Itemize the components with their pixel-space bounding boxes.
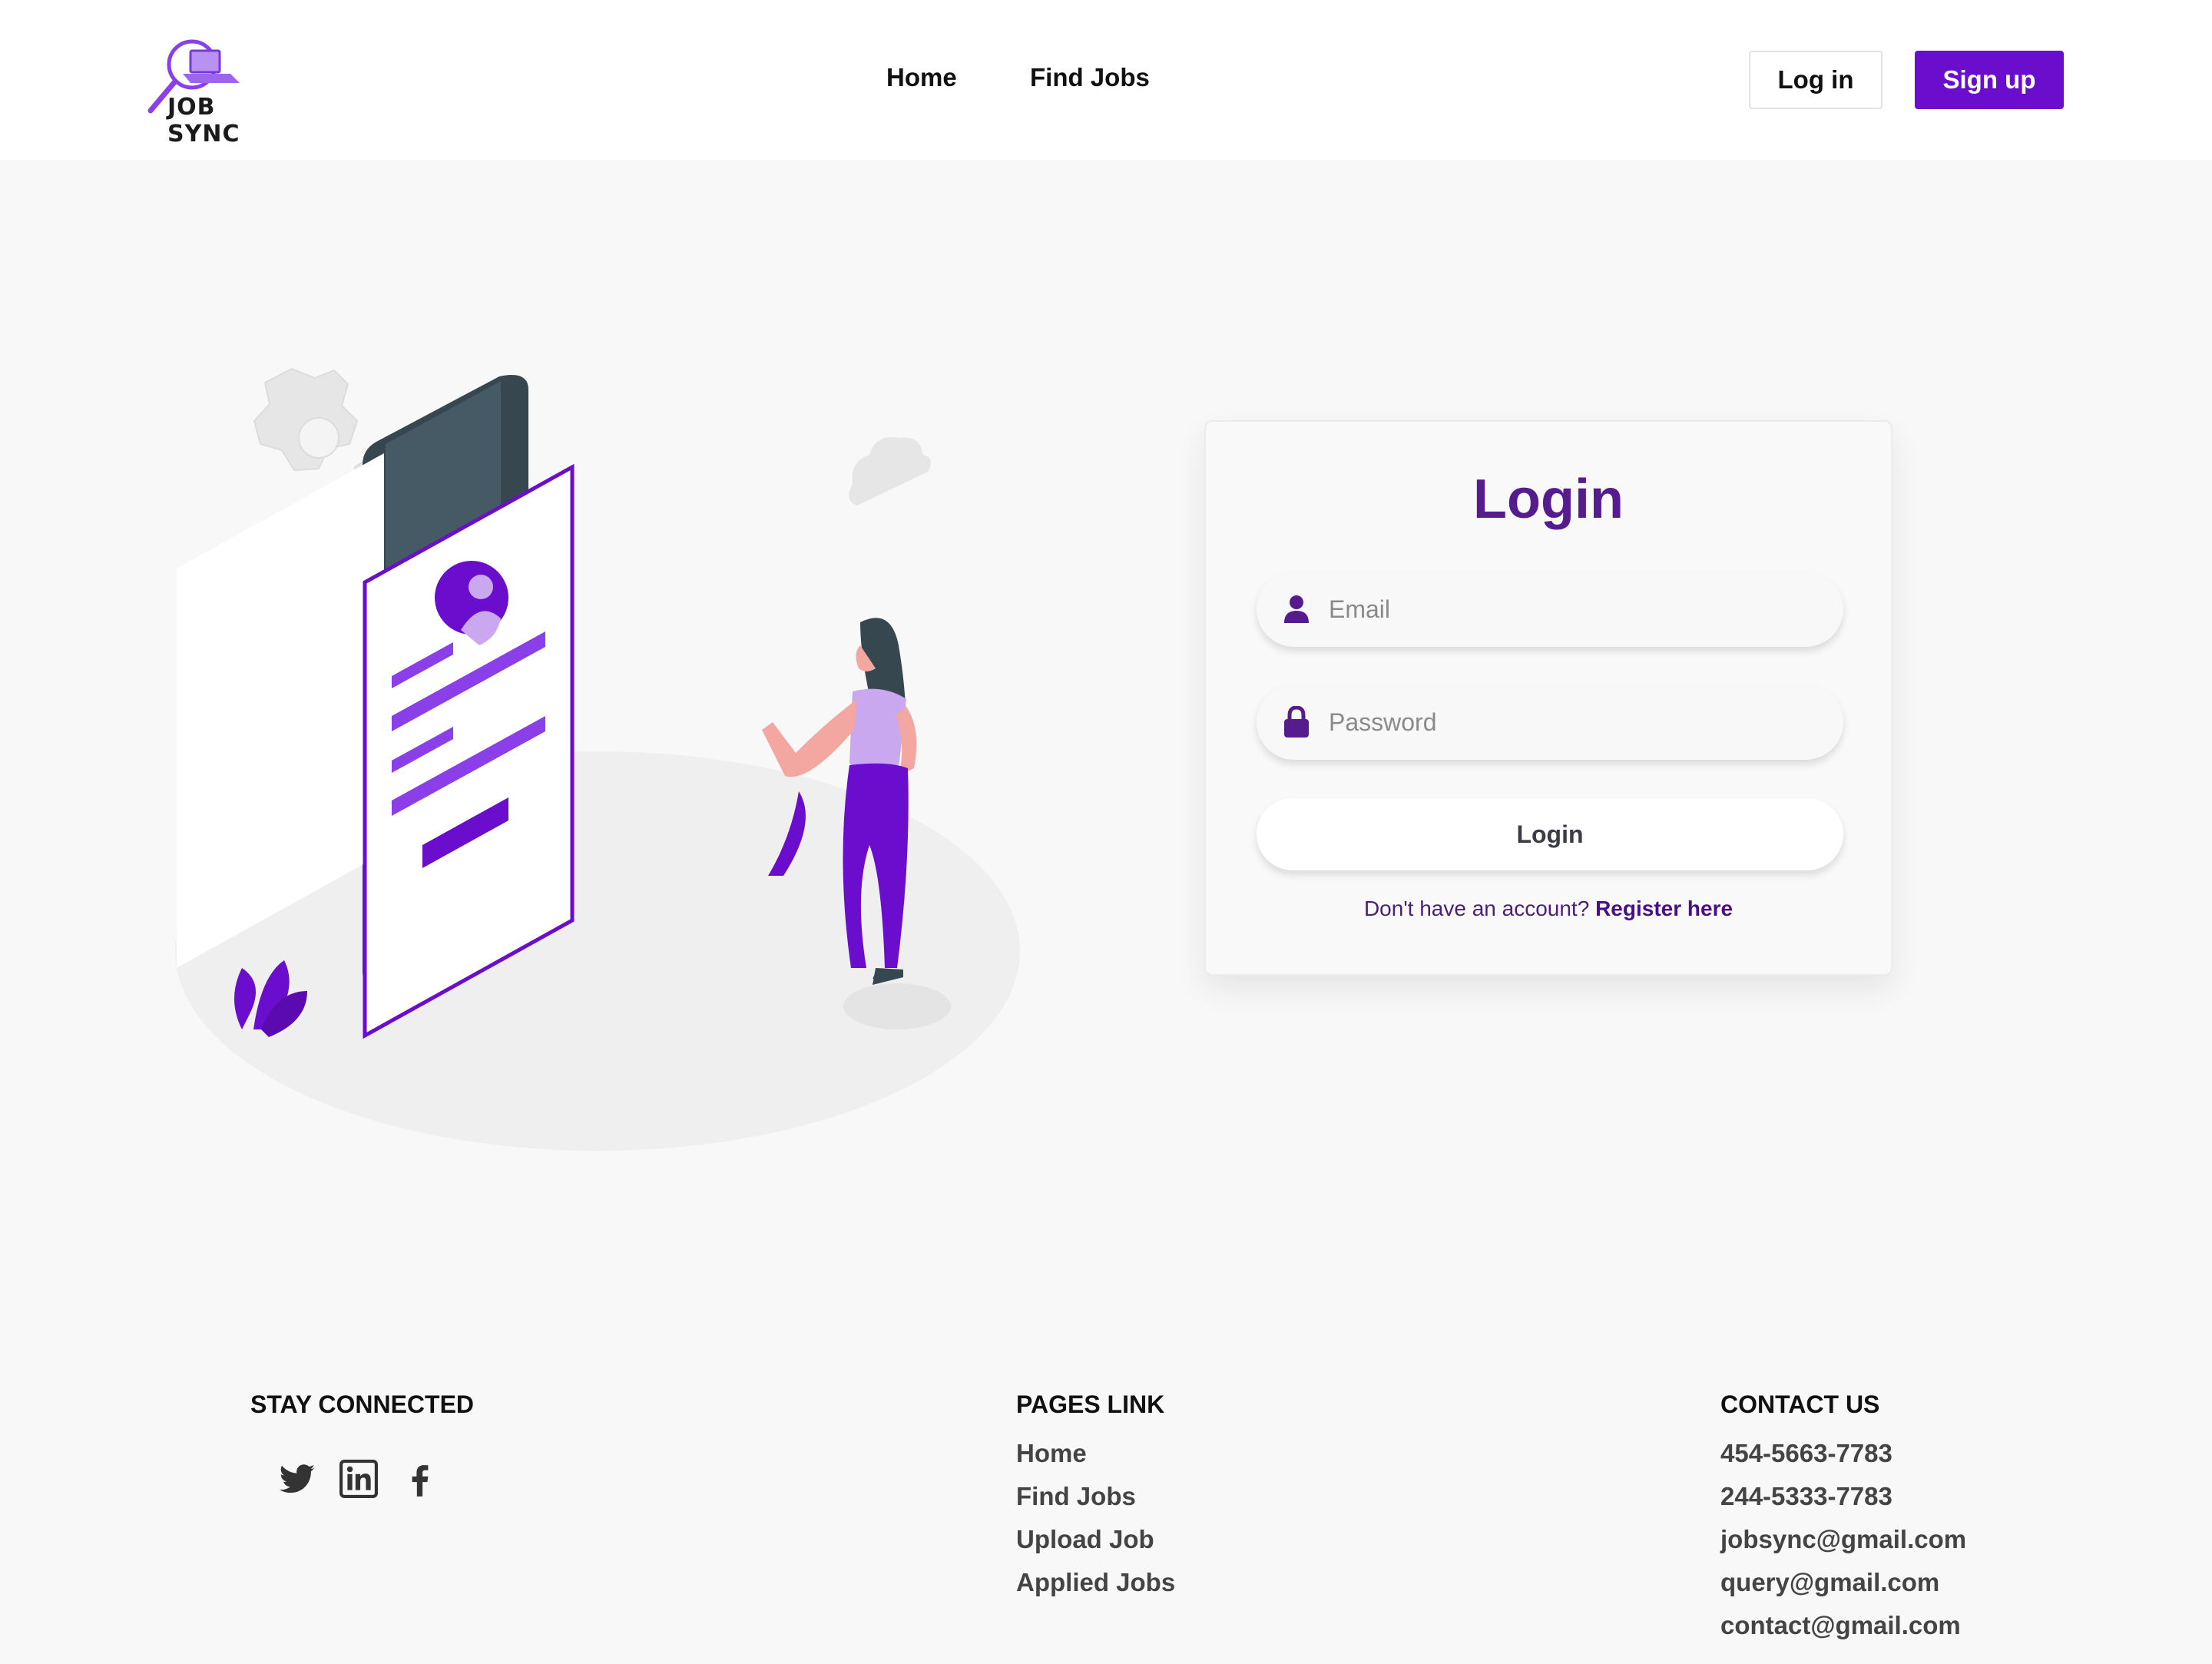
- register-prompt: Don't have an account? Register here: [1206, 897, 1891, 921]
- logo-text: JOB SYNC: [167, 94, 240, 148]
- job-sync-logo[interactable]: JOB SYNC: [146, 34, 292, 148]
- contact-email-query: query@gmail.com: [1720, 1568, 1940, 1596]
- user-icon: [1281, 594, 1312, 625]
- contact-phone-2: 244-5333-7783: [1720, 1482, 1892, 1510]
- contact-list: 454-5663-7783 244-5333-7783 jobsync@gmai…: [1720, 1438, 1966, 1653]
- email-field[interactable]: [1257, 572, 1843, 647]
- register-prompt-text: Don't have an account?: [1363, 897, 1590, 920]
- footer-link-find-jobs[interactable]: Find Jobs: [1016, 1481, 1175, 1524]
- login-illustration: [169, 353, 1029, 1160]
- footer-link-home[interactable]: Home: [1016, 1438, 1175, 1481]
- facebook-icon[interactable]: [401, 1460, 439, 1498]
- twitter-icon[interactable]: [278, 1460, 316, 1498]
- pages-link-heading: PAGES LINK: [1016, 1391, 1165, 1418]
- login-button[interactable]: Log in: [1749, 51, 1883, 109]
- signup-button[interactable]: Sign up: [1915, 51, 2064, 109]
- login-title: Login: [1473, 469, 1624, 530]
- pages-link-list: Home Find Jobs Upload Job Applied Jobs: [1016, 1438, 1175, 1610]
- nav-find-jobs[interactable]: Find Jobs: [1030, 63, 1150, 92]
- contact-us-heading: CONTACT US: [1720, 1391, 1880, 1418]
- login-submit-button[interactable]: Login: [1257, 798, 1843, 870]
- top-navbar: JOB SYNC Home Find Jobs Log in Sign up: [0, 0, 2212, 160]
- password-field[interactable]: [1257, 684, 1843, 760]
- email-input[interactable]: [1329, 595, 1820, 624]
- footer-link-upload-job[interactable]: Upload Job: [1016, 1524, 1175, 1567]
- password-input[interactable]: [1329, 708, 1820, 737]
- login-card: Login Login Don't have an account? Regis…: [1204, 420, 1892, 976]
- footer-link-applied-jobs[interactable]: Applied Jobs: [1016, 1567, 1175, 1610]
- linkedin-icon[interactable]: [339, 1460, 378, 1498]
- nav-home[interactable]: Home: [886, 63, 957, 92]
- register-link[interactable]: Register here: [1595, 897, 1733, 920]
- contact-email-contact: contact@gmail.com: [1720, 1611, 1961, 1639]
- stay-connected-heading: STAY CONNECTED: [250, 1391, 475, 1418]
- lock-icon: [1281, 706, 1312, 738]
- contact-email-jobsync: jobsync@gmail.com: [1720, 1525, 1967, 1553]
- contact-phone-1: 454-5663-7783: [1720, 1439, 1892, 1467]
